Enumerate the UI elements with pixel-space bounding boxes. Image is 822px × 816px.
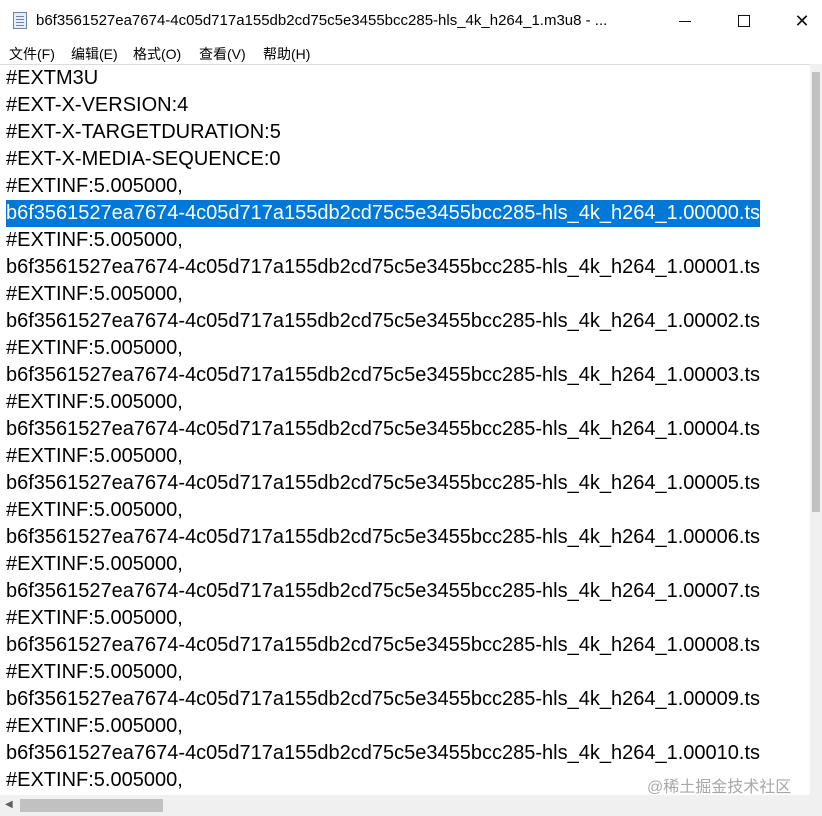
close-icon: ✕ xyxy=(794,10,810,31)
title-bar[interactable]: b6f3561527ea7674-4c05d717a155db2cd75c5e3… xyxy=(0,0,822,42)
text-line[interactable]: b6f3561527ea7674-4c05d717a155db2cd75c5e3… xyxy=(6,524,760,551)
menu-view[interactable]: 查看(V) xyxy=(199,44,246,64)
menu-file[interactable]: 文件(F) xyxy=(9,44,55,64)
text-line[interactable]: #EXTINF:5.005000, xyxy=(6,227,183,254)
menu-edit[interactable]: 编辑(E) xyxy=(71,44,118,64)
text-line[interactable]: #EXTINF:5.005000, xyxy=(6,713,183,740)
maximize-icon xyxy=(738,15,750,27)
close-button[interactable]: ✕ xyxy=(773,0,822,42)
vertical-scrollbar[interactable] xyxy=(810,64,822,795)
text-line[interactable]: #EXT-X-MEDIA-SEQUENCE:0 xyxy=(6,146,281,173)
text-line[interactable]: #EXTINF:5.005000, xyxy=(6,389,183,416)
text-line[interactable]: #EXTINF:5.005000, xyxy=(6,767,183,794)
text-line[interactable]: b6f3561527ea7674-4c05d717a155db2cd75c5e3… xyxy=(6,632,760,659)
window-title: b6f3561527ea7674-4c05d717a155db2cd75c5e3… xyxy=(36,12,608,29)
menu-help[interactable]: 帮助(H) xyxy=(263,44,310,64)
text-line[interactable]: #EXTINF:5.005000, xyxy=(6,281,183,308)
text-line[interactable]: #EXTINF:5.005000, xyxy=(6,335,183,362)
text-line[interactable]: b6f3561527ea7674-4c05d717a155db2cd75c5e3… xyxy=(6,740,760,767)
text-line[interactable]: #EXT-X-TARGETDURATION:5 xyxy=(6,119,281,146)
menu-format[interactable]: 格式(O) xyxy=(133,44,181,64)
text-line[interactable]: b6f3561527ea7674-4c05d717a155db2cd75c5e3… xyxy=(6,254,760,281)
scrollbar-corner xyxy=(810,795,822,816)
vertical-scroll-thumb[interactable] xyxy=(812,72,820,512)
horizontal-scrollbar[interactable]: ◀ xyxy=(0,795,810,816)
maximize-button[interactable] xyxy=(715,0,773,42)
text-line[interactable]: #EXTINF:5.005000, xyxy=(6,173,183,200)
text-line[interactable]: b6f3561527ea7674-4c05d717a155db2cd75c5e3… xyxy=(6,416,760,443)
text-line[interactable]: #EXTINF:5.005000, xyxy=(6,551,183,578)
menu-bar: 文件(F) 编辑(E) 格式(O) 查看(V) 帮助(H) xyxy=(0,42,822,64)
text-line[interactable]: b6f3561527ea7674-4c05d717a155db2cd75c5e3… xyxy=(6,308,760,335)
minimize-icon xyxy=(679,20,691,22)
text-line[interactable]: b6f3561527ea7674-4c05d717a155db2cd75c5e3… xyxy=(6,362,760,389)
scroll-left-arrow-icon[interactable]: ◀ xyxy=(5,799,13,810)
text-line[interactable]: #EXTINF:5.005000, xyxy=(6,605,183,632)
horizontal-scroll-thumb[interactable] xyxy=(20,799,163,812)
notepad-document-icon xyxy=(13,12,27,29)
text-line[interactable]: #EXTINF:5.005000, xyxy=(6,443,183,470)
text-line[interactable]: b6f3561527ea7674-4c05d717a155db2cd75c5e3… xyxy=(6,578,760,605)
watermark: @稀土掘金技术社区 xyxy=(647,779,792,796)
text-line[interactable]: b6f3561527ea7674-4c05d717a155db2cd75c5e3… xyxy=(6,686,760,713)
text-line[interactable]: #EXTINF:5.005000, xyxy=(6,497,183,524)
text-line[interactable]: b6f3561527ea7674-4c05d717a155db2cd75c5e3… xyxy=(6,470,760,497)
minimize-button[interactable] xyxy=(656,0,714,42)
text-line[interactable]: #EXTM3U xyxy=(6,65,98,92)
text-line[interactable]: #EXTINF:5.005000, xyxy=(6,659,183,686)
selected-text-line[interactable]: b6f3561527ea7674-4c05d717a155db2cd75c5e3… xyxy=(6,200,761,227)
text-line[interactable]: #EXT-X-VERSION:4 xyxy=(6,92,188,119)
text-editor[interactable]: #EXTM3U #EXT-X-VERSION:4 #EXT-X-TARGETDURA… xyxy=(0,64,810,796)
